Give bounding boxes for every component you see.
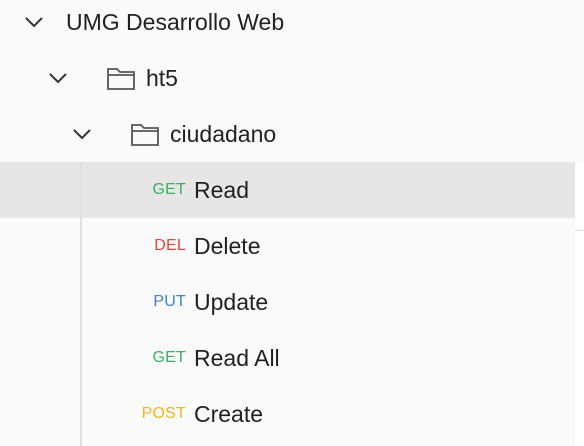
collection-tree: UMG Desarrollo Web ht5 ciudadano GET Rea… xyxy=(0,0,584,446)
collection-name: UMG Desarrollo Web xyxy=(66,9,285,35)
method-badge-get: GET xyxy=(152,349,186,366)
method-badge-get: GET xyxy=(152,181,186,198)
request-name: Read All xyxy=(194,345,280,371)
tree-indent-guide xyxy=(80,162,82,446)
adjacent-panel-edge xyxy=(575,162,584,446)
request-name: Create xyxy=(194,401,264,427)
request-row-create[interactable]: POST Create xyxy=(0,386,575,442)
request-row-read-all[interactable]: GET Read All xyxy=(0,330,575,386)
subfolder-row[interactable]: ciudadano xyxy=(0,106,575,162)
request-name: Delete xyxy=(194,233,261,259)
chevron-down-icon[interactable] xyxy=(23,11,45,33)
request-name: Read xyxy=(194,177,249,203)
collection-row[interactable]: UMG Desarrollo Web xyxy=(0,0,575,50)
request-row-delete[interactable]: DEL Delete xyxy=(0,218,575,274)
folder-row[interactable]: ht5 xyxy=(0,50,575,106)
folder-icon xyxy=(130,120,160,148)
request-row-update[interactable]: PUT Update xyxy=(0,274,575,330)
subfolder-name: ciudadano xyxy=(170,121,277,147)
folder-icon xyxy=(106,64,136,92)
method-badge-put: PUT xyxy=(153,293,186,310)
folder-name: ht5 xyxy=(146,65,178,91)
divider xyxy=(575,230,584,231)
chevron-down-icon[interactable] xyxy=(47,67,69,89)
request-name: Update xyxy=(194,289,269,315)
chevron-down-icon[interactable] xyxy=(71,123,93,145)
request-row-read[interactable]: GET Read xyxy=(0,162,575,218)
method-badge-post: POST xyxy=(141,405,186,422)
method-badge-del: DEL xyxy=(154,237,186,254)
